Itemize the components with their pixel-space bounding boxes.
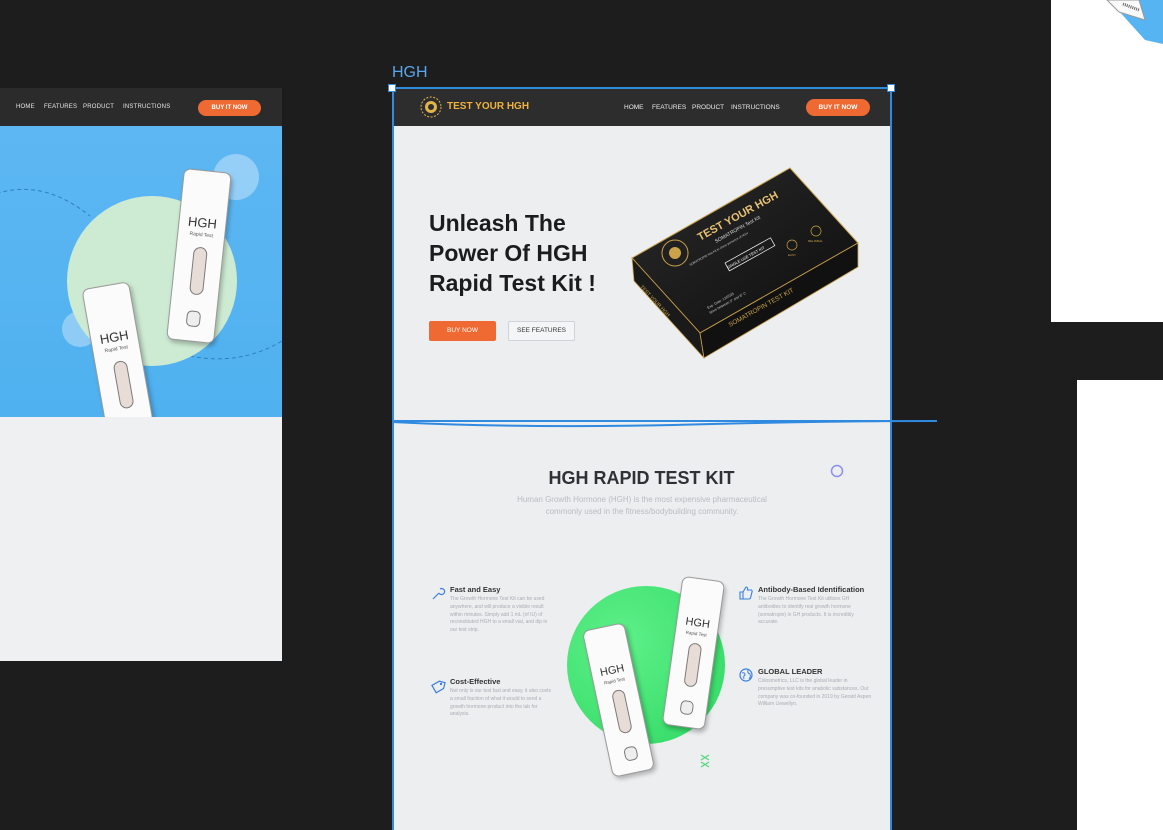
strip-sample-well bbox=[679, 699, 695, 716]
left-preview-frame: HOME FEATURES PRODUCT INSTRUCTIONS BUY I… bbox=[0, 88, 282, 661]
hero-title-line: Rapid Test Kit ! bbox=[429, 270, 596, 296]
box-badge-reliable: RELIABLE bbox=[808, 239, 822, 243]
nav-product[interactable]: PRODUCT bbox=[692, 104, 724, 111]
feature-text-global-leader: Colosmetrics, LLC is the global leader i… bbox=[758, 678, 872, 708]
resize-handle-top-right[interactable] bbox=[887, 84, 895, 92]
left-nav-instructions[interactable]: INSTRUCTIONS bbox=[123, 104, 170, 110]
section-divider-line bbox=[392, 420, 937, 428]
tag-icon bbox=[431, 680, 446, 694]
strip-result-window bbox=[188, 246, 208, 296]
selection-left-edge[interactable] bbox=[392, 87, 394, 830]
nav-features[interactable]: FEATURES bbox=[652, 104, 686, 111]
strip-result-window bbox=[611, 688, 633, 735]
site-nav-bar: TEST YOUR HGH HOME FEATURES PRODUCT INST… bbox=[392, 88, 891, 126]
product-box-image: TEST YOUR HGH SOMATROPIN Test Kit SOMATR… bbox=[631, 167, 859, 360]
buy-now-button[interactable]: BUY NOW bbox=[429, 321, 496, 341]
nav-buy-button[interactable]: BUY IT NOW bbox=[806, 99, 870, 116]
feature-title-fast-easy: Fast and Easy bbox=[450, 585, 501, 594]
left-buy-button[interactable]: BUY IT NOW bbox=[198, 100, 261, 116]
artboard-label[interactable]: HGH bbox=[392, 64, 428, 82]
brand-logo-icon bbox=[420, 96, 442, 118]
left-nav-features[interactable]: FEATURES bbox=[44, 104, 77, 110]
thumbs-up-icon bbox=[739, 586, 753, 600]
strip-sample-well bbox=[623, 745, 639, 762]
globe-icon bbox=[739, 668, 753, 682]
feature-title-antibody: Antibody-Based Identification bbox=[758, 585, 865, 594]
hero-title-line: Unleash The bbox=[429, 210, 566, 236]
section-title: HGH RAPID TEST KIT bbox=[548, 468, 735, 488]
left-nav-bar: HOME FEATURES PRODUCT INSTRUCTIONS BUY I… bbox=[0, 88, 282, 126]
left-nav-product[interactable]: PRODUCT bbox=[83, 104, 114, 110]
sparkle-decoration-icon bbox=[700, 754, 710, 768]
feature-text-fast-easy: The Growth Hormone Test Kit can be used … bbox=[450, 596, 548, 634]
feature-title-global-leader: GLOBAL LEADER bbox=[758, 667, 823, 676]
right-preview-frame-top bbox=[1051, 0, 1163, 322]
artboard-frame[interactable]: TEST YOUR HGH HOME FEATURES PRODUCT INST… bbox=[392, 88, 891, 830]
wrench-icon bbox=[432, 587, 446, 600]
strip-result-window bbox=[683, 642, 703, 688]
right-product-image bbox=[1106, 0, 1163, 44]
section-subtitle: Human Growth Hormone (HGH) is the most e… bbox=[517, 495, 767, 516]
ring-decoration-icon bbox=[830, 464, 844, 478]
feature-text-antibody: The Growth Hormone Test Kit utilizes GH … bbox=[758, 596, 854, 626]
right-preview-frame-bottom bbox=[1077, 380, 1163, 830]
resize-handle-top-left[interactable] bbox=[388, 84, 396, 92]
left-nav-home[interactable]: HOME bbox=[16, 104, 35, 110]
feature-title-cost-effective: Cost-Effective bbox=[450, 677, 501, 686]
feature-text-cost-effective: Not only is our test fast and easy, it a… bbox=[450, 688, 552, 718]
nav-home[interactable]: HOME bbox=[624, 104, 644, 111]
selection-right-edge[interactable] bbox=[890, 87, 892, 830]
hero-title-line: Power Of HGH bbox=[429, 240, 588, 266]
selection-top-edge[interactable] bbox=[392, 87, 892, 89]
box-badge-easy: EASY bbox=[788, 253, 796, 257]
strip-sample-well bbox=[185, 310, 202, 328]
brand-name[interactable]: TEST YOUR HGH bbox=[447, 101, 529, 112]
hero-title: Unleash The Power Of HGH Rapid Test Kit … bbox=[429, 208, 629, 298]
nav-instructions[interactable]: INSTRUCTIONS bbox=[731, 104, 780, 111]
see-features-button[interactable]: SEE FEATURES bbox=[508, 321, 575, 341]
left-hero-banner: HGH Rapid Test HGH Rapid Test bbox=[0, 126, 282, 417]
strip-result-window bbox=[112, 359, 135, 410]
